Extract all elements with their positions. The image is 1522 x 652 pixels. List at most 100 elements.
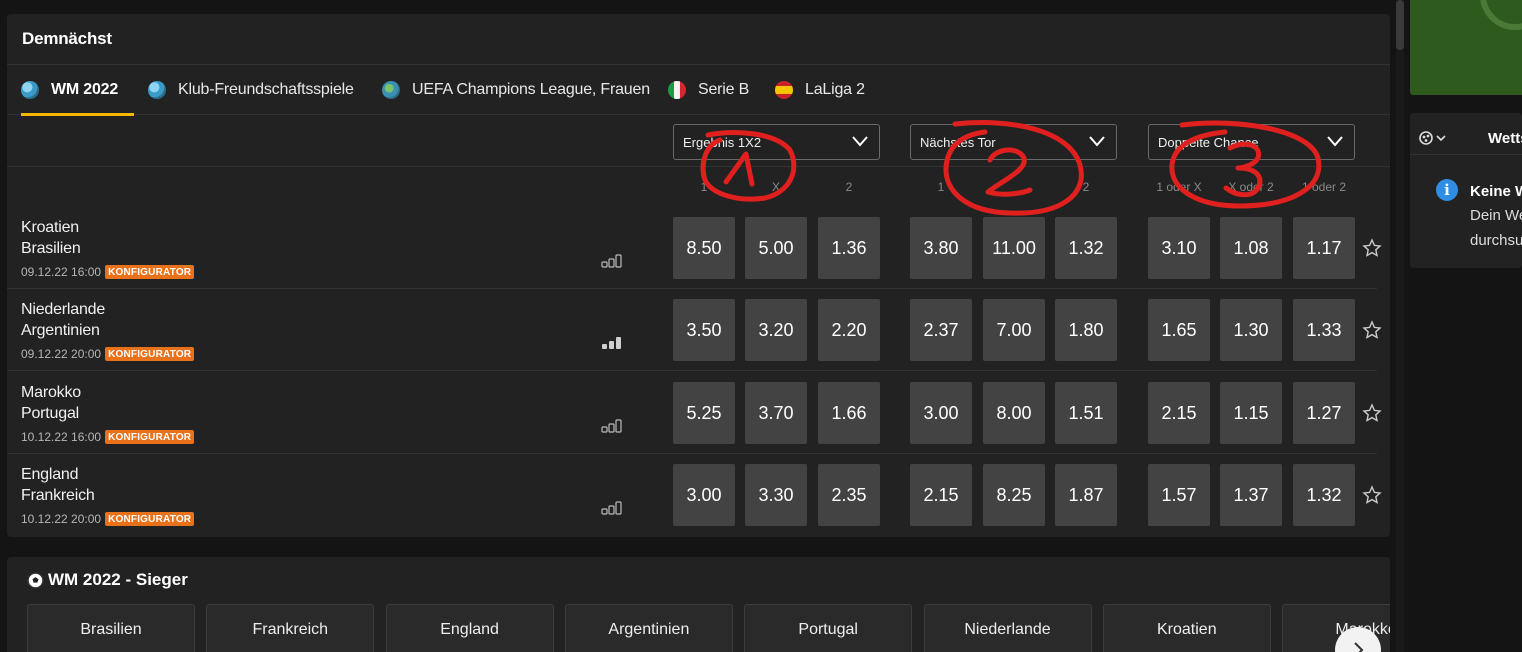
empty-betslip-text: Dein We — [1470, 207, 1522, 224]
odds-button[interactable]: 1.37 — [1220, 464, 1282, 526]
winner-team-button[interactable]: Brasilien — [27, 604, 195, 652]
row-divider — [7, 288, 1377, 289]
winner-team-button[interactable]: Portugal — [744, 604, 913, 652]
odds-button[interactable]: 1.57 — [1148, 464, 1210, 526]
odds-button[interactable]: 1.32 — [1293, 464, 1355, 526]
tab-serie-b[interactable]: Serie B — [668, 65, 749, 115]
match-datetime: 10.12.22 16:00 KONFIGURATOR — [21, 430, 195, 444]
winner-team-button[interactable]: Frankreich — [206, 604, 375, 652]
odds-button[interactable]: 1.66 — [818, 382, 880, 444]
odds-button[interactable]: 5.00 — [745, 217, 807, 279]
odds-button[interactable]: 1.51 — [1055, 382, 1117, 444]
odds-button[interactable]: 3.80 — [910, 217, 972, 279]
winner-team-button[interactable]: Kroatien — [1102, 604, 1271, 652]
odds-button[interactable]: 1.15 — [1220, 382, 1282, 444]
winner-team-button[interactable]: Niederlande — [923, 604, 1092, 652]
home-team-name[interactable]: Niederlande — [21, 301, 105, 319]
favorite-star-icon[interactable] — [1362, 320, 1382, 340]
globe-icon — [148, 81, 166, 99]
stats-bar — [601, 426, 608, 433]
tab-uefa-champions-league-frauen[interactable]: UEFA Champions League, Frauen — [382, 65, 650, 115]
betslip-dropdown-icon[interactable] — [1418, 131, 1448, 145]
odds-button[interactable]: 2.35 — [818, 464, 880, 526]
market-select-double-chance[interactable]: Doppelte Chance — [1148, 124, 1355, 160]
odds-button[interactable]: 7.00 — [983, 299, 1045, 361]
odds-button[interactable]: 8.00 — [983, 382, 1045, 444]
odds-button[interactable]: 3.70 — [745, 382, 807, 444]
odds-button[interactable]: 3.10 — [1148, 217, 1210, 279]
odds-button[interactable]: 1.87 — [1055, 464, 1117, 526]
winner-team-label: Brasilien — [80, 621, 142, 638]
match-row[interactable]: Kroatien Brasilien 09.12.22 16:00 KONFIGURA… — [7, 217, 1390, 299]
odds-button[interactable]: 1.30 — [1220, 299, 1282, 361]
odds-button[interactable]: 3.50 — [673, 299, 735, 361]
stats-icon[interactable] — [601, 499, 623, 515]
column-label: 1 — [700, 180, 708, 194]
column-label: X oder 2 — [1228, 180, 1274, 194]
stats-icon[interactable] — [601, 252, 623, 268]
odds-button[interactable]: 2.37 — [910, 299, 972, 361]
odds-button[interactable]: 1.65 — [1148, 299, 1210, 361]
home-team-name[interactable]: England — [21, 466, 79, 484]
odds-button[interactable]: 3.20 — [745, 299, 807, 361]
odds-button[interactable]: 5.25 — [673, 382, 735, 444]
upcoming-panel: Demnächst WM 2022 Klub-Freundschaftsspie… — [7, 14, 1390, 537]
odds-button[interactable]: 2.15 — [910, 464, 972, 526]
betslip-header[interactable]: Wetts — [1410, 113, 1522, 155]
stats-icon[interactable] — [601, 334, 623, 350]
market-select-next-goal[interactable]: Nächstes Tor — [910, 124, 1117, 160]
odds-button[interactable]: 2.15 — [1148, 382, 1210, 444]
konfigurator-badge[interactable]: KONFIGURATOR — [105, 265, 195, 279]
konfigurator-badge[interactable]: KONFIGURATOR — [105, 430, 195, 444]
carousel-next-button[interactable] — [1335, 627, 1381, 652]
odds-button[interactable]: 1.80 — [1055, 299, 1117, 361]
scrollbar-thumb[interactable] — [1396, 0, 1404, 50]
favorite-star-icon[interactable] — [1362, 403, 1382, 423]
winner-team-button[interactable]: England — [385, 604, 554, 652]
italy-flag-icon — [668, 81, 686, 99]
away-team-name[interactable]: Argentinien — [21, 322, 100, 340]
tab-wm-2022[interactable]: WM 2022 — [21, 65, 135, 116]
odds-button[interactable]: 1.32 — [1055, 217, 1117, 279]
match-datetime-text: 10.12.22 20:00 — [21, 512, 102, 526]
stats-bar — [608, 258, 615, 268]
odds-button[interactable]: 1.33 — [1293, 299, 1355, 361]
match-row[interactable]: Marokko Portugal 10.12.22 16:00 KONFIGURATO… — [7, 382, 1390, 464]
odds-button[interactable]: 3.00 — [673, 464, 735, 526]
odds-button[interactable]: 2.20 — [818, 299, 880, 361]
odds-button[interactable]: 8.25 — [983, 464, 1045, 526]
away-team-name[interactable]: Frankreich — [21, 487, 95, 505]
odds-button[interactable]: 8.50 — [673, 217, 735, 279]
stats-icon[interactable] — [601, 417, 623, 433]
row-divider — [7, 453, 1377, 454]
match-row[interactable]: Niederlande Argentinien 09.12.22 20:00 KONF… — [7, 299, 1390, 381]
empty-betslip-text: durchsu — [1470, 232, 1522, 249]
home-team-name[interactable]: Kroatien — [21, 219, 79, 237]
market-select-1x2[interactable]: Ergebnis 1X2 — [673, 124, 880, 160]
konfigurator-badge[interactable]: KONFIGURATOR — [105, 512, 195, 526]
odds-button[interactable]: 1.17 — [1293, 217, 1355, 279]
odds-button[interactable]: 3.00 — [910, 382, 972, 444]
odds-button[interactable]: 3.30 — [745, 464, 807, 526]
stats-bar — [608, 505, 615, 515]
scrollbar-track[interactable] — [1396, 0, 1404, 652]
away-team-name[interactable]: Brasilien — [21, 240, 81, 258]
odds-button[interactable]: 1.27 — [1293, 382, 1355, 444]
globe-icon — [382, 81, 400, 99]
away-team-name[interactable]: Portugal — [21, 405, 79, 423]
odds-button[interactable]: 1.08 — [1220, 217, 1282, 279]
column-label: 2 — [845, 180, 853, 194]
stats-bar — [615, 501, 622, 515]
favorite-star-icon[interactable] — [1362, 485, 1382, 505]
odds-button[interactable]: 11.00 — [983, 217, 1045, 279]
konfigurator-badge[interactable]: KONFIGURATOR — [105, 347, 195, 361]
tab-klub-freundschaftsspiele[interactable]: Klub-Freundschaftsspiele — [148, 65, 354, 115]
winner-team-button[interactable]: Argentinien — [564, 604, 733, 652]
home-team-name[interactable]: Marokko — [21, 384, 81, 402]
favorite-star-icon[interactable] — [1362, 238, 1382, 258]
match-row[interactable]: England Frankreich 10.12.22 20:00 KONFIGURA… — [7, 464, 1390, 537]
column-label: X — [771, 180, 780, 194]
winner-panel-title: WM 2022 - Sieger — [27, 570, 188, 590]
odds-button[interactable]: 1.36 — [818, 217, 880, 279]
tab-laliga-2[interactable]: LaLiga 2 — [775, 65, 865, 115]
